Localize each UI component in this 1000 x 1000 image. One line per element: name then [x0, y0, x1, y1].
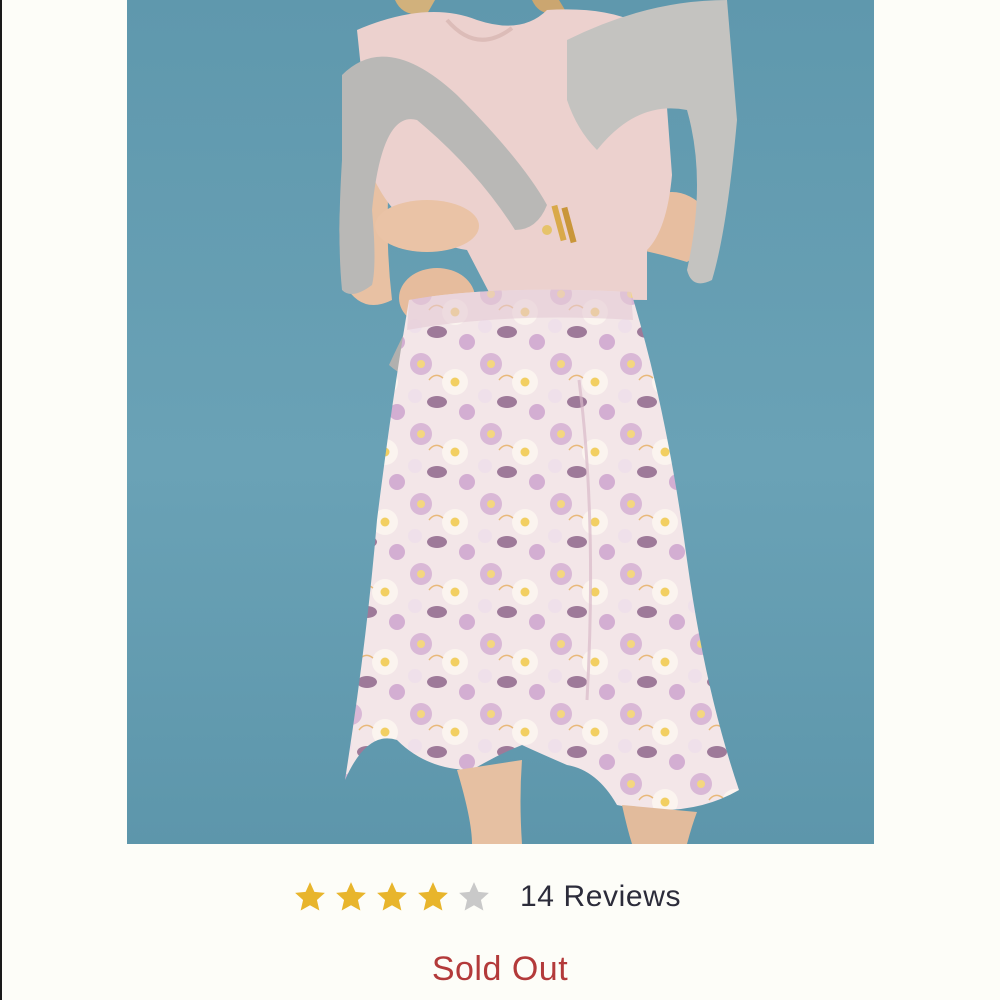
page-edge: [0, 0, 2, 1000]
star-icon: [418, 882, 448, 911]
star-rating[interactable]: [293, 880, 498, 914]
star-icon: [377, 882, 407, 911]
product-image[interactable]: [127, 0, 874, 844]
rating-row[interactable]: 14 Reviews: [293, 874, 681, 920]
star-icon: [336, 882, 366, 911]
availability-status: Sold Out: [431, 950, 569, 988]
star-icon: [459, 882, 489, 911]
star-icon: [295, 882, 325, 911]
reviews-link[interactable]: 14 Reviews: [520, 880, 681, 914]
